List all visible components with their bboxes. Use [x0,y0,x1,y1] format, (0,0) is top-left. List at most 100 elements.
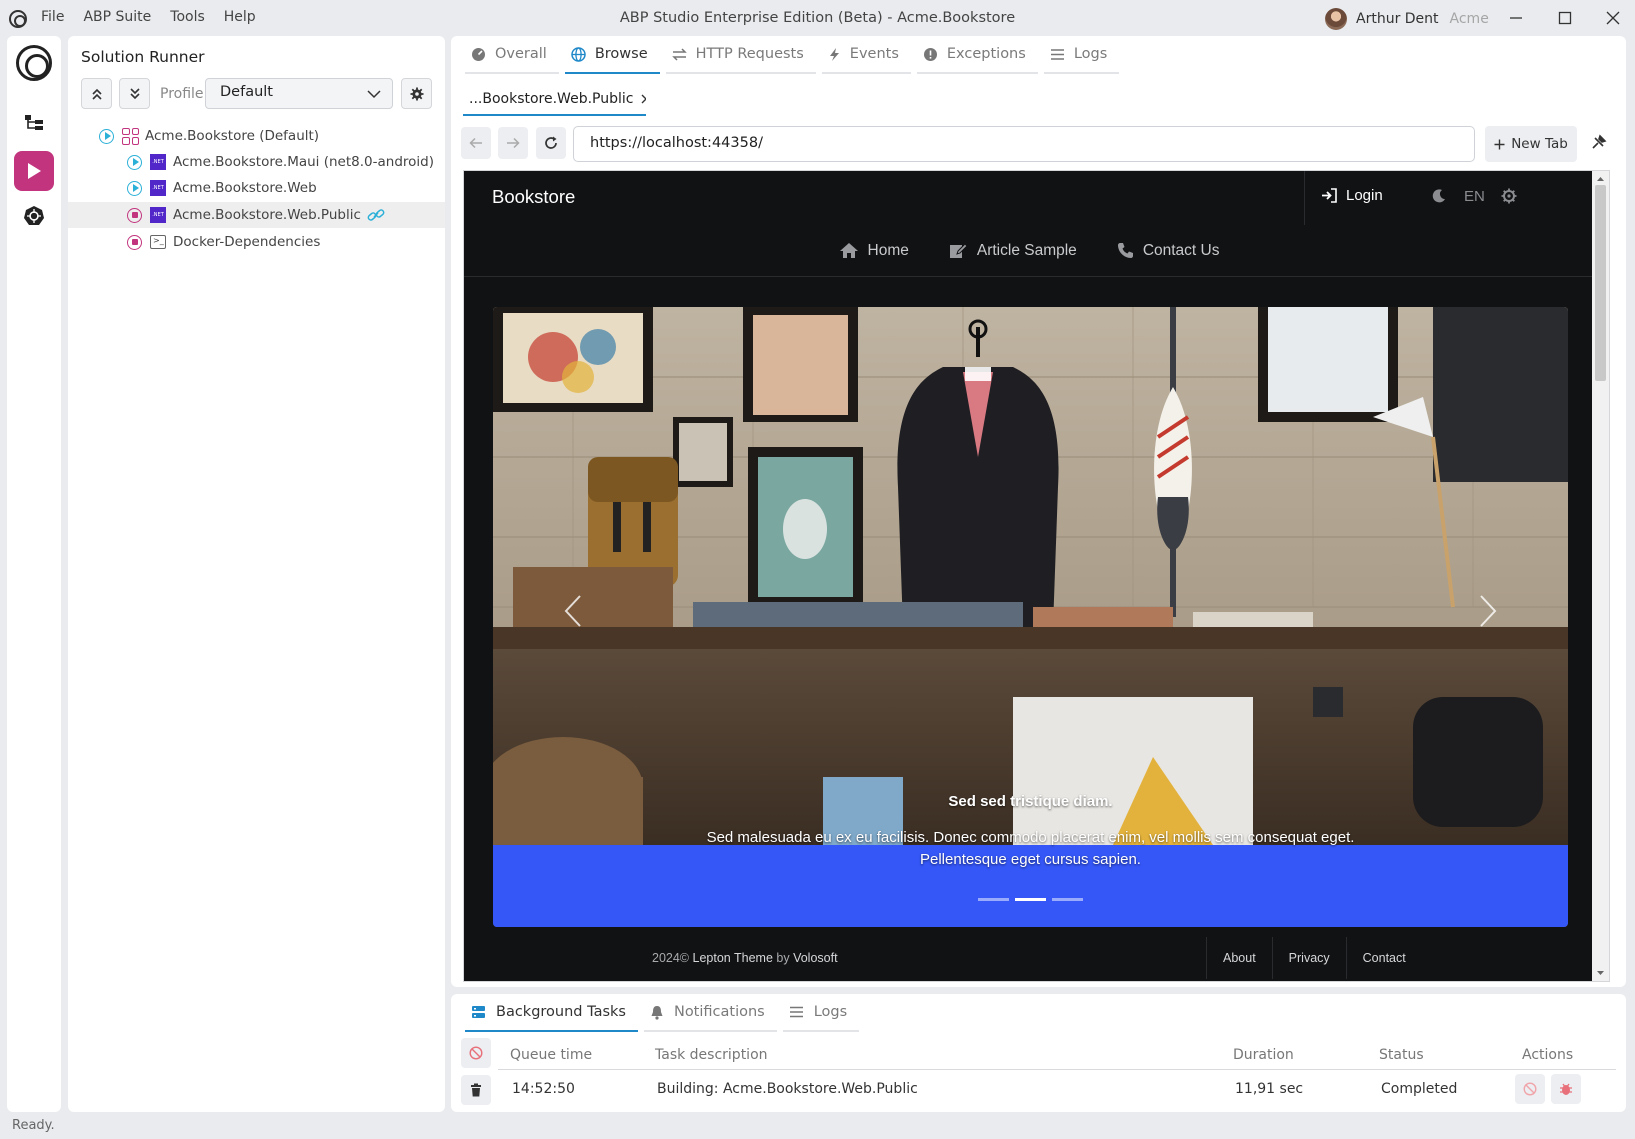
scroll-thumb[interactable] [1595,185,1606,381]
cell-duration: 11,91 sec [1235,1081,1304,1097]
footer-year: 2024© [652,951,690,965]
viewport-scrollbar[interactable] [1592,171,1609,981]
menu-bar: File ABP Suite Tools Help [41,9,256,25]
phone-icon [1117,243,1133,258]
avatar [1325,8,1347,30]
header-divider [1304,171,1305,225]
footer-theme-link[interactable]: Lepton Theme [693,951,773,965]
chevrons-down-icon [129,87,140,99]
tab-http-requests[interactable]: HTTP Requests [665,36,816,74]
maximize-button[interactable] [1545,4,1585,32]
solution-explorer-button[interactable] [14,103,54,143]
solution-runner-button[interactable] [14,151,54,191]
tree-item-web[interactable]: .NET Acme.Bookstore.Web [68,175,445,201]
back-button[interactable] [461,127,491,159]
close-tab-icon[interactable] [641,94,646,104]
tree-item-maui[interactable]: .NET Acme.Bookstore.Maui (net8.0-android… [68,149,445,175]
scroll-up-icon[interactable] [1592,173,1609,185]
column-status: Status [1379,1047,1424,1063]
bell-icon [651,1005,663,1020]
lines-icon [789,1006,803,1018]
tab-background-tasks[interactable]: Background Tasks [465,994,638,1032]
run-icon[interactable] [99,128,114,144]
trash-icon [471,1083,481,1097]
footer-by: by [776,951,790,965]
arrow-left-icon [469,137,482,149]
tree-item-web-public[interactable]: .NET Acme.Bookstore.Web.Public [68,202,445,228]
tab-label: Logs [813,1004,848,1020]
tree-item-solution[interactable]: Acme.Bookstore (Default) [68,123,445,149]
nav-label: Contact Us [1142,241,1220,259]
footer-link-about[interactable]: About [1206,937,1272,979]
carousel-indicator[interactable] [1015,898,1046,901]
tab-events[interactable]: Events [821,36,911,74]
delete-task-button[interactable] [461,1075,491,1105]
moon-icon[interactable] [1431,188,1447,204]
user-menu[interactable]: Arthur Dent Acme [1325,8,1489,30]
hero-text: Sed malesuada eu ex eu facilisis. Donec … [706,829,1355,868]
profile-settings-button[interactable] [401,78,432,109]
reload-button[interactable] [536,127,566,159]
nav-home[interactable]: Home [839,242,909,260]
tree-item-label: Acme.Bookstore.Web.Public [173,207,361,223]
maximize-icon [1558,11,1572,25]
column-duration: Duration [1233,1047,1294,1063]
tab-bottom-logs[interactable]: Logs [782,994,860,1032]
footer-company-link[interactable]: Volosoft [793,951,837,965]
scroll-down-icon[interactable] [1592,967,1609,979]
footer-link-privacy[interactable]: Privacy [1271,937,1346,979]
collapse-all-button[interactable] [81,78,112,109]
new-tab-button[interactable]: New Tab [1485,126,1577,162]
tab-browse[interactable]: Browse [564,36,660,74]
user-name: Arthur Dent [1356,11,1439,27]
browser-tab[interactable]: ...Bookstore.Web.Public [463,84,646,116]
footer-link-contact[interactable]: Contact [1345,937,1422,979]
close-window-button[interactable] [1593,4,1633,32]
abp-logo-icon [16,45,52,81]
forward-button[interactable] [498,127,528,159]
column-actions: Actions [1522,1047,1574,1063]
minimize-button[interactable] [1496,4,1536,32]
nav-contact-us[interactable]: Contact Us [1117,241,1220,260]
kubernetes-button[interactable] [14,196,54,236]
link-icon[interactable] [367,208,385,222]
expand-all-button[interactable] [119,78,150,109]
tab-logs[interactable]: Logs [1043,36,1120,74]
site-login-button[interactable]: Login [1321,187,1383,204]
tab-notifications[interactable]: Notifications [643,994,777,1032]
stop-icon[interactable] [127,207,142,223]
run-icon[interactable] [127,180,142,196]
clear-tasks-button[interactable] [461,1038,491,1068]
carousel-indicator[interactable] [978,898,1009,901]
language-selector[interactable]: EN [1464,188,1485,205]
detach-icon[interactable] [1591,134,1607,150]
tree-item-docker[interactable]: >_ Docker-Dependencies [68,229,445,255]
new-tab-label: New Tab [1511,136,1568,152]
debug-task-button[interactable] [1551,1074,1581,1104]
menu-help[interactable]: Help [224,9,256,25]
site-nav: Home Article Sample Contact Us [464,225,1594,277]
tab-exceptions[interactable]: Exceptions [916,36,1038,74]
menu-tools[interactable]: Tools [170,9,205,25]
site-brand[interactable]: Bookstore [492,186,575,208]
kubernetes-icon [24,206,44,225]
tab-label: Overall [495,46,547,62]
menu-abp-suite[interactable]: ABP Suite [83,9,151,25]
nav-article-sample[interactable]: Article Sample [949,242,1077,260]
profile-select[interactable]: Default [205,78,393,109]
url-input[interactable]: https://localhost:44358/ [573,126,1475,162]
table-row: 14:52:50 Building: Acme.Bookstore.Web.Pu… [498,1072,1616,1108]
tab-overall[interactable]: Overall [465,36,559,74]
chevron-left-icon[interactable] [563,594,583,628]
tree-icon [25,115,43,130]
run-icon[interactable] [127,154,142,170]
menu-file[interactable]: File [41,9,64,25]
stop-icon[interactable] [127,234,142,250]
gear-icon[interactable] [1501,188,1517,204]
cancel-task-button[interactable] [1515,1074,1545,1104]
carousel-indicator[interactable] [1052,898,1083,901]
tab-label: Notifications [673,1004,765,1020]
column-task-description: Task description [655,1047,768,1063]
chevron-right-icon[interactable] [1478,594,1498,628]
tasks-table-header: Queue time Task description Duration Sta… [498,1038,1616,1070]
